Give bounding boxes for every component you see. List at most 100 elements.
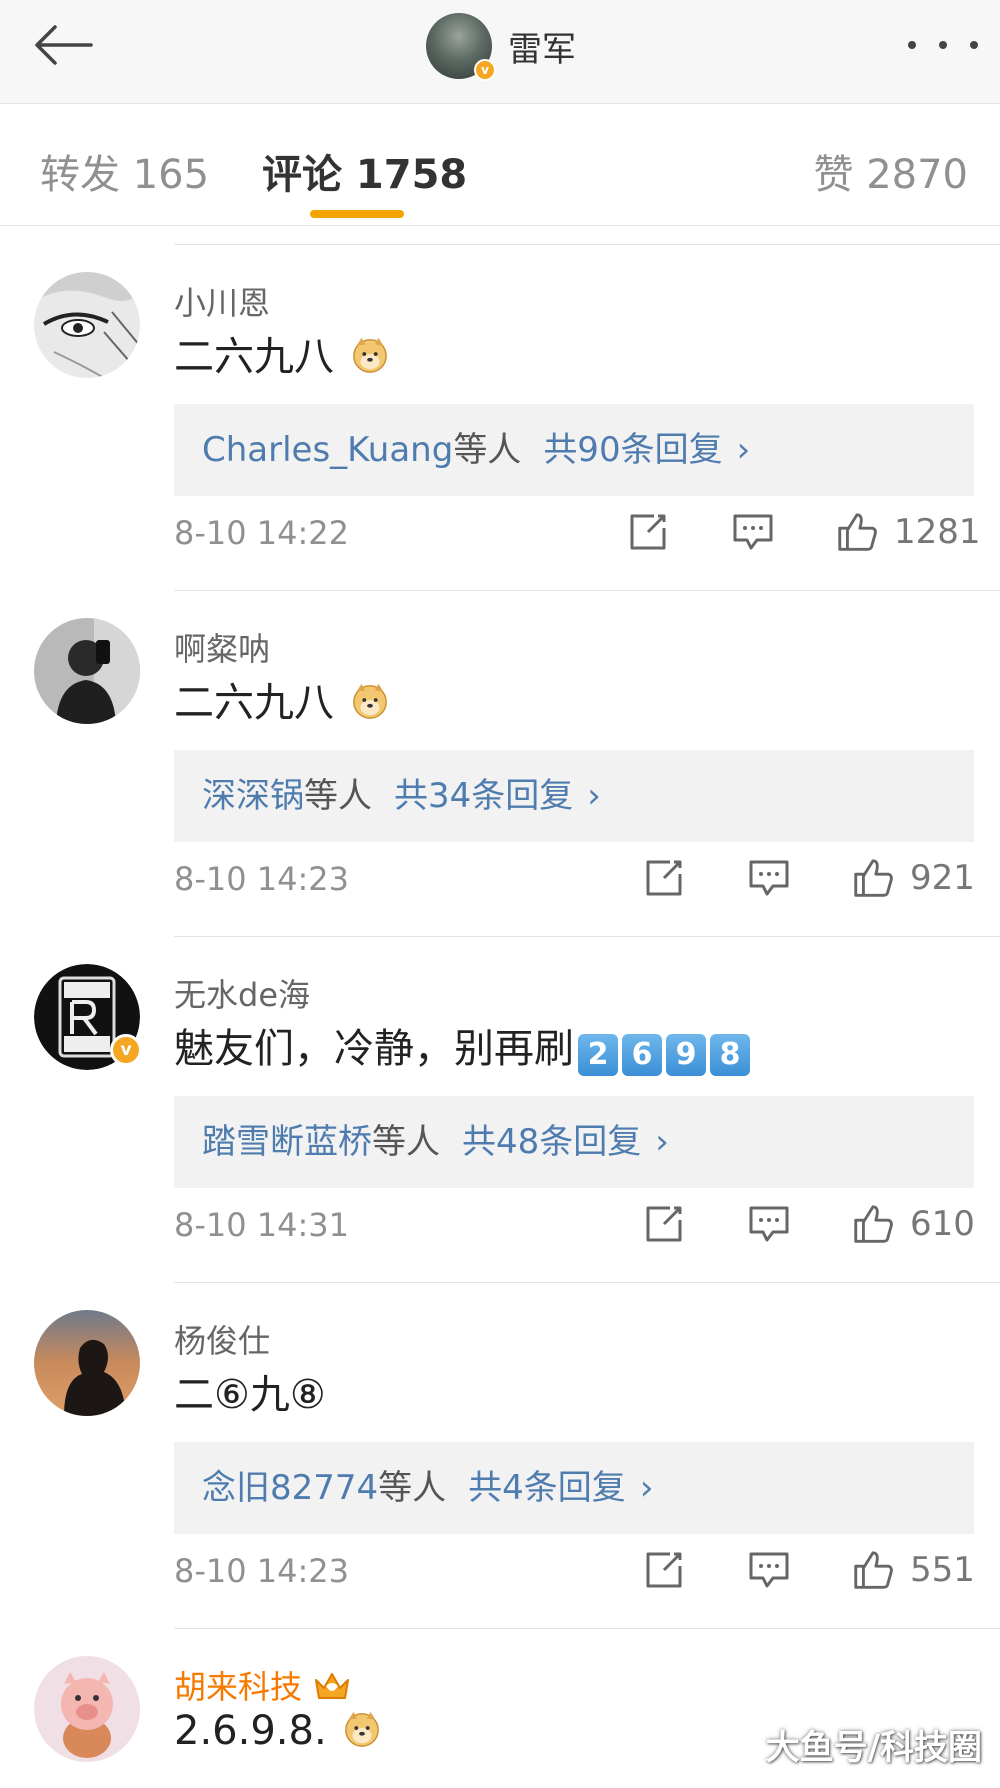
- comment-text: 二⑥九⑧: [174, 1362, 326, 1420]
- verified-badge-icon: v: [474, 59, 496, 81]
- share-icon[interactable]: [624, 508, 672, 556]
- author-avatar[interactable]: v: [426, 13, 496, 81]
- reply-users[interactable]: 深深锅: [202, 776, 304, 816]
- comment-item: 啊粲呐 二六九八 深深锅等人 共34条回复 › 8-10 14:23 921: [0, 590, 1000, 936]
- tab-bar: 转发 165 评论 1758 赞 2870: [0, 104, 1000, 226]
- chevron-right-icon: ›: [736, 430, 751, 470]
- comment-text-body: 二六九八: [174, 680, 334, 726]
- back-button[interactable]: [22, 14, 102, 76]
- more-dots-icon: [908, 41, 916, 49]
- divider: [174, 1628, 1000, 1629]
- comment-reply-icon[interactable]: [745, 854, 793, 902]
- username-text: 胡来科技: [174, 1668, 303, 1706]
- avatar[interactable]: [34, 272, 140, 378]
- thumbs-up-icon: [854, 1551, 893, 1589]
- avatar[interactable]: [34, 1656, 140, 1762]
- share-icon[interactable]: [640, 1546, 688, 1594]
- comment-text-body: 二⑥九⑧: [174, 1372, 326, 1418]
- divider: [174, 590, 1000, 591]
- keycap-emoji: 8: [710, 1034, 750, 1076]
- like-button[interactable]: 1281: [834, 506, 981, 558]
- top-navigation-bar: v 雷军: [0, 0, 1000, 104]
- like-count: 610: [910, 1204, 975, 1244]
- comment-footer: 8-10 14:23 551: [174, 1540, 975, 1600]
- reply-preview[interactable]: 踏雪断蓝桥等人 共48条回复 ›: [174, 1096, 974, 1188]
- divider: [174, 244, 1000, 245]
- reply-count[interactable]: 共34条回复: [394, 776, 573, 816]
- username[interactable]: 小川恩: [174, 278, 270, 324]
- divider: [174, 936, 1000, 937]
- keycap-emoji: 9: [666, 1034, 706, 1076]
- comment-item: 杨俊仕 二⑥九⑧ 念旧82774等人 共4条回复 › 8-10 14:23 551: [0, 1282, 1000, 1628]
- comment-reply-icon[interactable]: [745, 1546, 793, 1594]
- username[interactable]: 杨俊仕: [174, 1316, 270, 1362]
- reply-count[interactable]: 共90条回复: [543, 430, 722, 470]
- reply-preview[interactable]: 念旧82774等人 共4条回复 ›: [174, 1442, 974, 1534]
- reply-etc: 等人: [372, 1122, 440, 1162]
- keycap-emoji: 6: [622, 1034, 662, 1076]
- reply-users[interactable]: 踏雪断蓝桥: [202, 1122, 372, 1162]
- timestamp: 8-10 14:22: [174, 514, 350, 552]
- reply-count[interactable]: 共48条回复: [462, 1122, 641, 1162]
- comment-footer: 8-10 14:23 921: [174, 848, 975, 908]
- back-arrow-icon: [35, 25, 93, 65]
- avatar[interactable]: v: [34, 964, 142, 1070]
- timestamp: 8-10 14:23: [174, 1552, 350, 1590]
- watermark: 大鱼号/科技圈: [765, 1728, 982, 1768]
- comment-text: 二六九八: [174, 324, 389, 382]
- reply-users[interactable]: Charles_Kuang: [202, 430, 453, 470]
- more-dots-icon: [970, 41, 978, 49]
- tab-comments[interactable]: 评论 1758: [262, 142, 467, 200]
- timestamp: 8-10 14:23: [174, 860, 350, 898]
- tab-forward[interactable]: 转发 165: [40, 142, 209, 200]
- tab-likes[interactable]: 赞 2870: [813, 142, 968, 200]
- author-name[interactable]: 雷军: [508, 22, 576, 71]
- comment-text: 2.6.9.8.: [174, 1708, 381, 1754]
- reply-preview[interactable]: 深深锅等人 共34条回复 ›: [174, 750, 974, 842]
- doge-emoji-icon: [352, 337, 387, 373]
- username[interactable]: 无水de海: [174, 970, 310, 1016]
- like-count: 921: [910, 858, 975, 898]
- avatar[interactable]: [34, 618, 140, 724]
- comment-footer: 8-10 14:22 1281: [174, 502, 981, 562]
- reply-etc: 等人: [378, 1468, 447, 1508]
- keycap-emoji: 2: [578, 1034, 618, 1076]
- comment-text: 二六九八: [174, 670, 389, 728]
- reply-etc: 等人: [453, 430, 522, 470]
- divider: [174, 1282, 1000, 1283]
- comment-text-body: 2.6.9.8.: [174, 1708, 327, 1754]
- comment-footer: 8-10 14:31 610: [174, 1194, 975, 1254]
- more-dots-icon: [939, 41, 947, 49]
- timestamp: 8-10 14:31: [174, 1206, 350, 1244]
- like-count: 551: [910, 1550, 975, 1590]
- reply-users[interactable]: 念旧82774: [202, 1468, 378, 1508]
- share-icon[interactable]: [640, 1200, 688, 1248]
- verified-badge-icon: v: [110, 1034, 142, 1066]
- username[interactable]: 胡来科技: [174, 1662, 352, 1708]
- reply-preview[interactable]: Charles_Kuang等人 共90条回复 ›: [174, 404, 974, 496]
- like-count: 1281: [894, 512, 981, 552]
- like-button[interactable]: 551: [850, 1544, 975, 1596]
- author-header[interactable]: v 雷军: [426, 10, 576, 82]
- chevron-right-icon: ›: [639, 1468, 654, 1508]
- comment-reply-icon[interactable]: [729, 508, 777, 556]
- comment-text: 魅友们，冷静，别再刷 2 6 9 8: [174, 1016, 750, 1076]
- reply-count[interactable]: 共4条回复: [468, 1468, 626, 1508]
- avatar[interactable]: [34, 1310, 140, 1416]
- crown-icon: [315, 1673, 350, 1699]
- like-button[interactable]: 921: [850, 852, 975, 904]
- like-button[interactable]: 610: [850, 1198, 975, 1250]
- share-icon[interactable]: [640, 854, 688, 902]
- comment-text-body: 二六九八: [174, 334, 334, 380]
- active-tab-indicator: [310, 210, 404, 218]
- comment-item: 小川恩 二六九八 Charles_Kuang等人 共90条回复 › 8-10 14:…: [0, 244, 1000, 590]
- reply-etc: 等人: [304, 776, 372, 816]
- thumbs-up-icon: [854, 1205, 893, 1243]
- comment-reply-icon[interactable]: [745, 1200, 793, 1248]
- doge-emoji-icon: [345, 1711, 380, 1747]
- thumbs-up-icon: [854, 859, 893, 897]
- more-options-button[interactable]: [908, 30, 978, 60]
- chevron-right-icon: ›: [655, 1122, 669, 1162]
- comment-item: v 无水de海 魅友们，冷静，别再刷 2 6 9 8 踏雪断蓝桥等人 共48条回复 › 8-…: [0, 936, 1000, 1282]
- username[interactable]: 啊粲呐: [174, 624, 270, 670]
